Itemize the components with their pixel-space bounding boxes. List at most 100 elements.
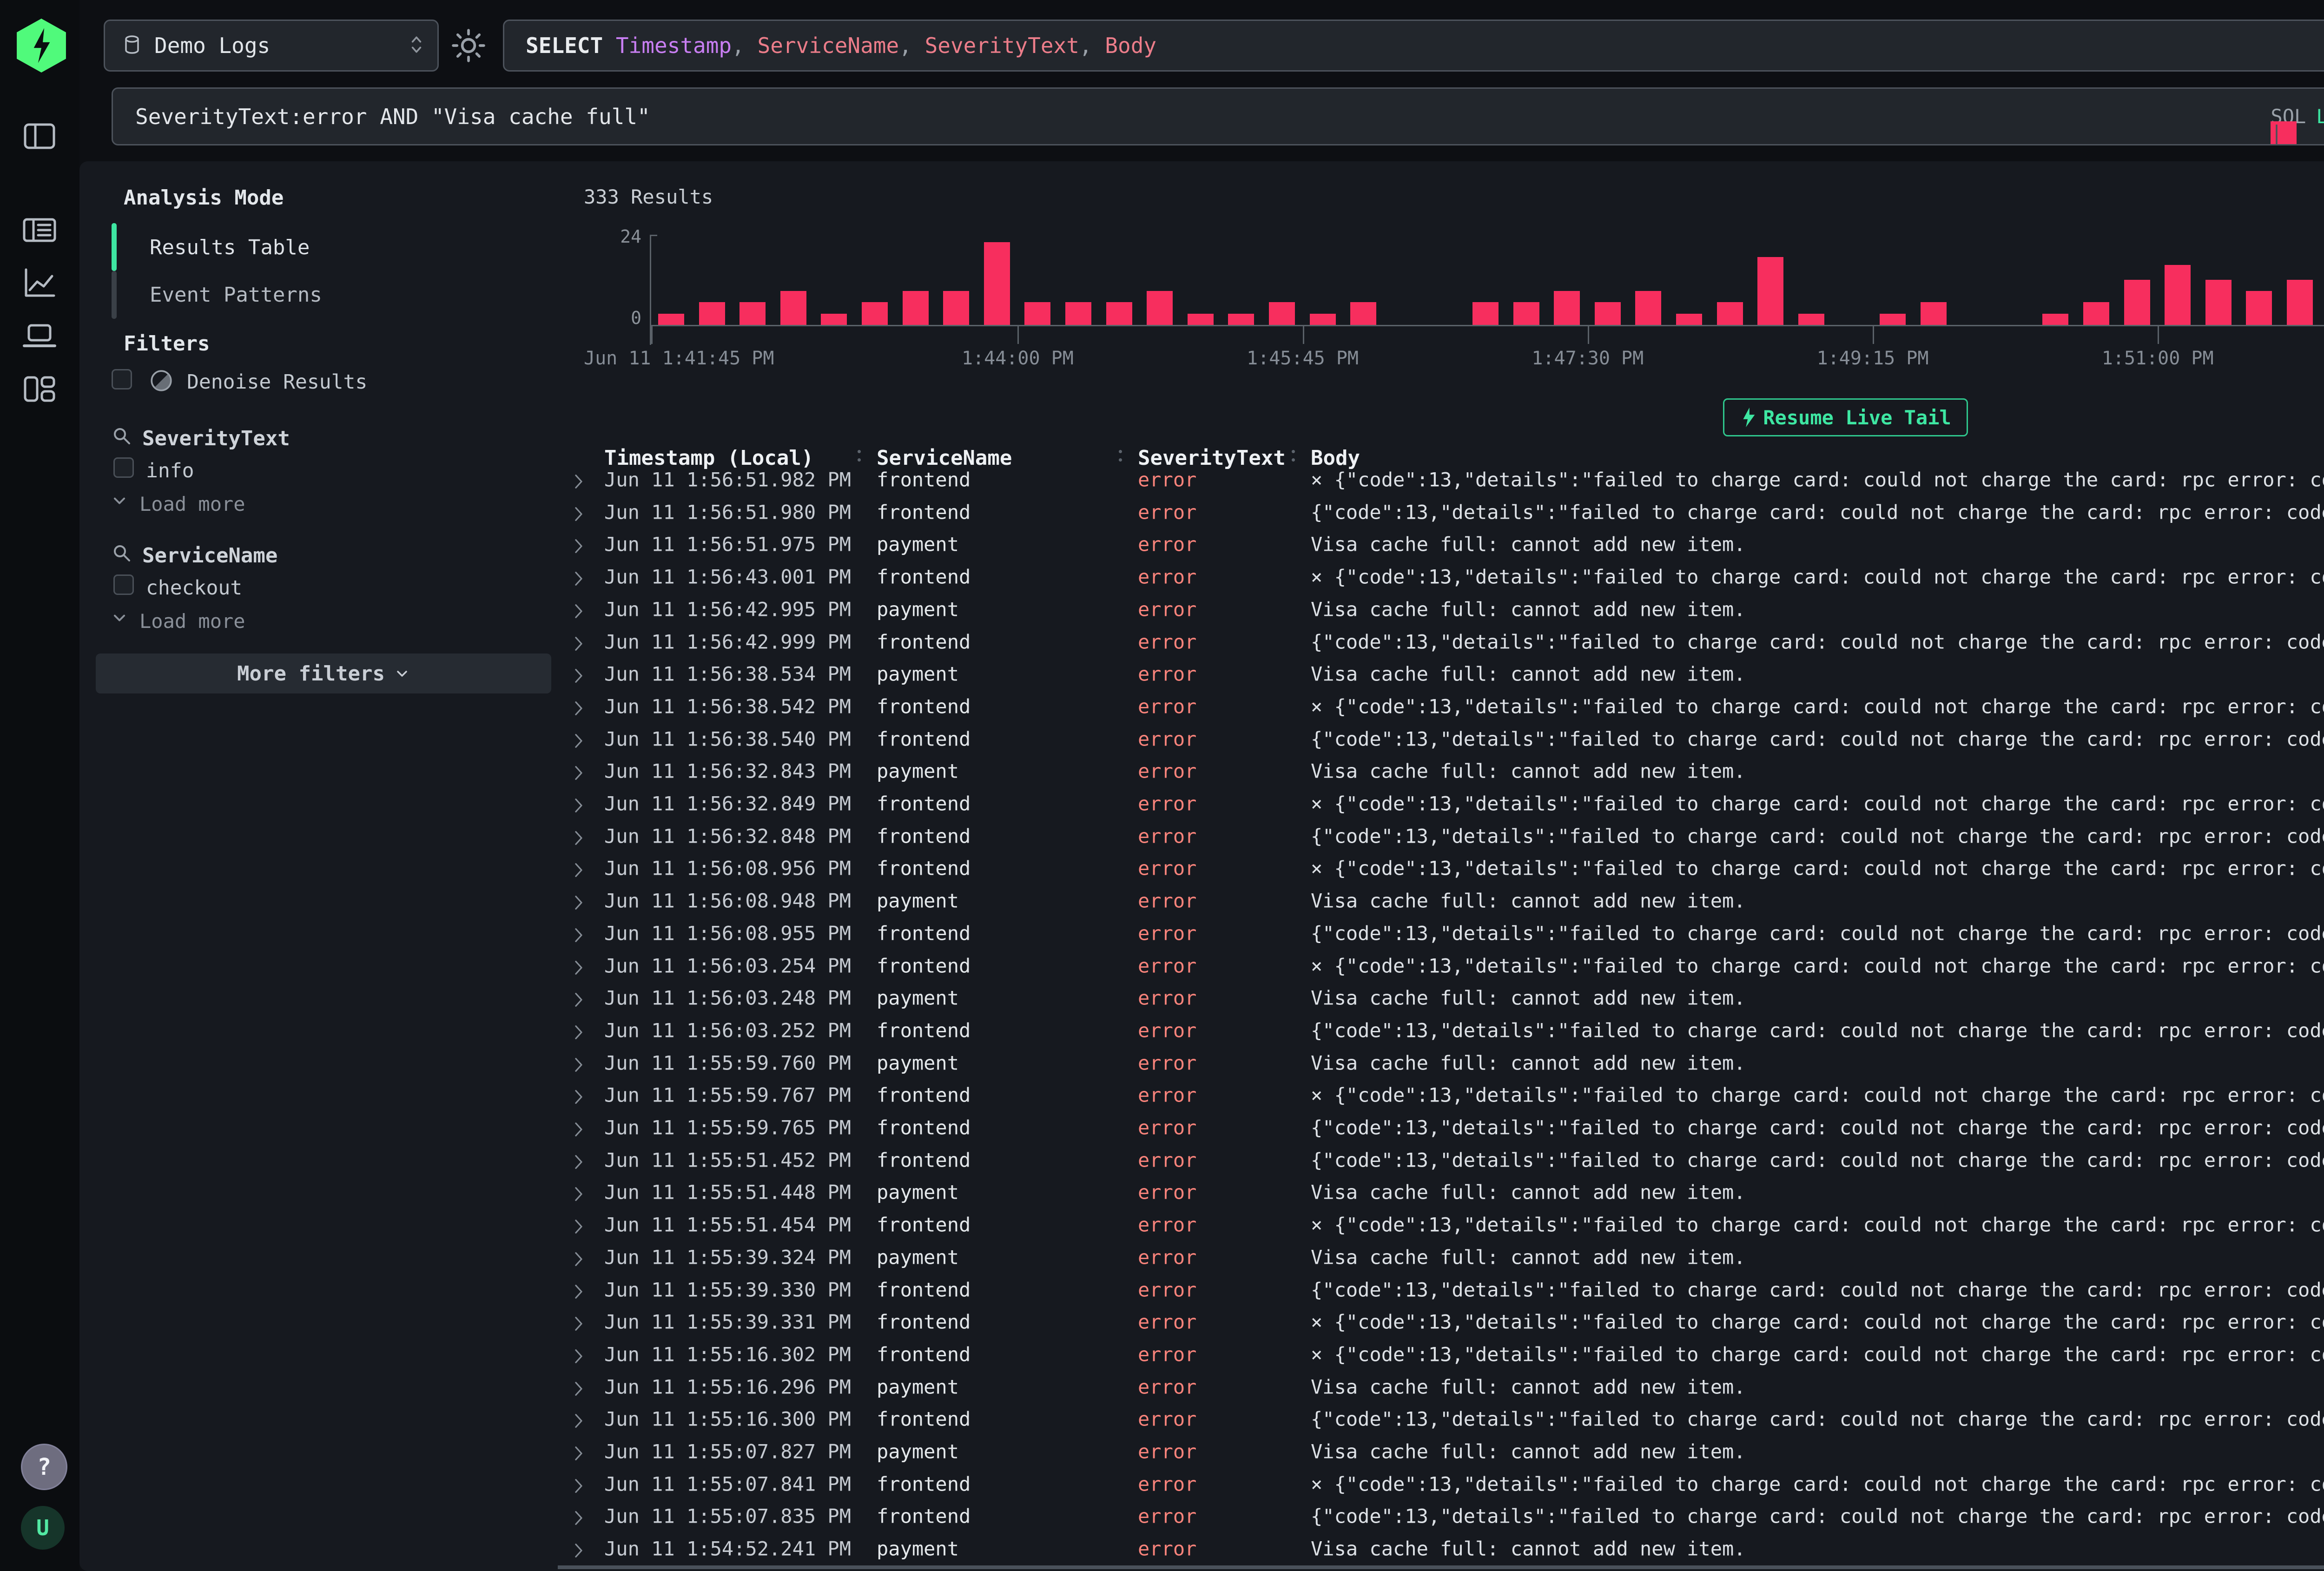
log-row[interactable]: Jun 11 1:56:32.849 PMfrontenderror× {"co… <box>558 787 2324 820</box>
log-row[interactable]: Jun 11 1:56:08.955 PMfrontenderror{"code… <box>558 917 2324 950</box>
resume-live-tail-button[interactable]: Resume Live Tail <box>1723 398 1968 436</box>
log-row[interactable]: Jun 11 1:55:39.330 PMfrontenderror{"code… <box>558 1274 2324 1306</box>
log-row[interactable]: Jun 11 1:56:03.254 PMfrontenderror× {"co… <box>558 950 2324 982</box>
log-row[interactable]: Jun 11 1:55:59.765 PMfrontenderror{"code… <box>558 1111 2324 1144</box>
denoise-label[interactable]: Denoise Results <box>187 370 367 394</box>
row-expand-icon[interactable] <box>573 1508 587 1525</box>
row-expand-icon[interactable] <box>573 504 587 521</box>
row-expand-icon[interactable] <box>573 763 587 779</box>
severity-info-label[interactable]: info <box>146 459 194 482</box>
horizontal-scrollbar[interactable] <box>558 1565 2324 1569</box>
row-expand-icon[interactable] <box>573 1540 587 1557</box>
log-row[interactable]: Jun 11 1:55:51.452 PMfrontenderror{"code… <box>558 1144 2324 1176</box>
log-row[interactable]: Jun 11 1:56:43.001 PMfrontenderror× {"co… <box>558 561 2324 593</box>
more-filters-button[interactable]: More filters <box>96 653 551 693</box>
row-expand-icon[interactable] <box>573 1346 587 1363</box>
logs-icon[interactable] <box>20 210 59 250</box>
row-expand-icon[interactable] <box>573 1314 587 1330</box>
row-expand-icon[interactable] <box>573 795 587 812</box>
log-row[interactable]: Jun 11 1:56:38.534 PMpaymenterrorVisa ca… <box>558 658 2324 690</box>
log-row[interactable]: Jun 11 1:55:16.302 PMfrontenderror× {"co… <box>558 1338 2324 1371</box>
mode-results-table[interactable]: Results Table <box>150 236 310 259</box>
service-checkout-checkbox[interactable] <box>113 574 134 595</box>
severity-load-more[interactable]: Load more <box>139 493 245 515</box>
log-row[interactable]: Jun 11 1:56:51.980 PMfrontenderror{"code… <box>558 496 2324 528</box>
log-row[interactable]: Jun 11 1:56:51.975 PMpaymenterrorVisa ca… <box>558 528 2324 561</box>
gear-icon[interactable] <box>452 29 485 62</box>
log-row[interactable]: Jun 11 1:55:07.827 PMpaymenterrorVisa ca… <box>558 1435 2324 1468</box>
log-row[interactable]: Jun 11 1:55:07.841 PMfrontenderror× {"co… <box>558 1468 2324 1500</box>
row-expand-icon[interactable] <box>573 860 587 877</box>
row-expand-icon[interactable] <box>573 828 587 845</box>
lucene-toggle[interactable]: Lucene <box>2316 105 2324 128</box>
denoise-checkbox[interactable] <box>112 369 132 389</box>
row-expand-icon[interactable] <box>573 925 587 942</box>
row-expand-icon[interactable] <box>573 1281 587 1298</box>
row-expand-icon[interactable] <box>573 957 587 974</box>
row-expand-icon[interactable] <box>573 1443 587 1460</box>
chart-icon[interactable] <box>20 263 59 303</box>
severity-info-checkbox[interactable] <box>113 457 134 478</box>
log-row[interactable]: Jun 11 1:55:39.324 PMpaymenterrorVisa ca… <box>558 1241 2324 1274</box>
row-expand-icon[interactable] <box>573 1476 587 1492</box>
column-dots-icon[interactable] <box>1119 450 1122 453</box>
row-expand-icon[interactable] <box>573 698 587 715</box>
row-expand-icon[interactable] <box>573 1055 587 1071</box>
sessions-icon[interactable] <box>20 316 59 356</box>
log-row[interactable]: Jun 11 1:55:59.760 PMpaymenterrorVisa ca… <box>558 1047 2324 1079</box>
log-row[interactable]: Jun 11 1:54:52.241 PMpaymenterrorVisa ca… <box>558 1532 2324 1565</box>
log-row[interactable]: Jun 11 1:55:07.835 PMfrontenderror{"code… <box>558 1500 2324 1532</box>
log-row[interactable]: Jun 11 1:56:08.956 PMfrontenderror× {"co… <box>558 852 2324 885</box>
log-row[interactable]: Jun 11 1:56:42.999 PMfrontenderror{"code… <box>558 626 2324 658</box>
row-expand-icon[interactable] <box>573 1152 587 1168</box>
log-row[interactable]: Jun 11 1:56:03.248 PMpaymenterrorVisa ca… <box>558 982 2324 1014</box>
row-expand-icon[interactable] <box>573 1379 587 1395</box>
search-icon[interactable] <box>111 425 133 449</box>
search-icon[interactable] <box>111 542 133 566</box>
row-expand-icon[interactable] <box>573 990 587 1006</box>
row-expand-icon[interactable] <box>573 568 587 585</box>
search-input[interactable]: SeverityText:error AND "Visa cache full"… <box>112 87 2324 145</box>
help-button[interactable]: ? <box>21 1444 67 1490</box>
row-expand-icon[interactable] <box>573 1087 587 1103</box>
logo-icon[interactable] <box>17 19 66 73</box>
source-select[interactable]: Demo Logs <box>104 20 439 72</box>
row-expand-icon[interactable] <box>573 666 587 682</box>
select-query-input[interactable]: SELECT Timestamp, ServiceName, SeverityT… <box>503 20 2324 72</box>
log-row[interactable]: Jun 11 1:56:42.995 PMpaymenterrorVisa ca… <box>558 593 2324 626</box>
row-expand-icon[interactable] <box>573 1119 587 1136</box>
chart-bars[interactable] <box>651 235 2324 325</box>
log-row[interactable]: Jun 11 1:55:16.300 PMfrontenderror{"code… <box>558 1403 2324 1435</box>
log-row[interactable]: Jun 11 1:56:03.252 PMfrontenderror{"code… <box>558 1014 2324 1047</box>
column-dots-icon[interactable] <box>1292 450 1295 453</box>
log-row[interactable]: Jun 11 1:55:51.448 PMpaymenterrorVisa ca… <box>558 1176 2324 1208</box>
dashboard-icon[interactable] <box>20 369 59 409</box>
service-checkout-label[interactable]: checkout <box>146 576 242 600</box>
row-expand-icon[interactable] <box>573 892 587 909</box>
service-load-more[interactable]: Load more <box>139 610 245 633</box>
filter-group-severitytext[interactable]: SeverityText <box>142 427 290 450</box>
mode-event-patterns[interactable]: Event Patterns <box>150 283 322 307</box>
log-row[interactable]: Jun 11 1:55:51.454 PMfrontenderror× {"co… <box>558 1208 2324 1241</box>
log-row[interactable]: Jun 11 1:55:59.767 PMfrontenderror× {"co… <box>558 1079 2324 1111</box>
log-row[interactable]: Jun 11 1:56:32.843 PMpaymenterrorVisa ca… <box>558 755 2324 787</box>
query-language-toggle[interactable]: SQL | Lucene <box>2271 105 2324 128</box>
log-row[interactable]: Jun 11 1:56:32.848 PMfrontenderror{"code… <box>558 820 2324 852</box>
panel-icon[interactable] <box>20 116 59 156</box>
row-expand-icon[interactable] <box>573 471 587 488</box>
log-row[interactable]: Jun 11 1:56:38.540 PMfrontenderror{"code… <box>558 723 2324 755</box>
row-expand-icon[interactable] <box>573 536 587 553</box>
row-expand-icon[interactable] <box>573 601 587 618</box>
row-expand-icon[interactable] <box>573 731 587 747</box>
log-row[interactable]: Jun 11 1:56:08.948 PMpaymenterrorVisa ca… <box>558 885 2324 917</box>
log-row[interactable]: Jun 11 1:56:51.982 PMfrontenderror× {"co… <box>558 463 2324 496</box>
column-dots-icon[interactable] <box>858 450 861 453</box>
row-expand-icon[interactable] <box>573 1249 587 1266</box>
row-expand-icon[interactable] <box>573 634 587 650</box>
avatar[interactable]: U <box>21 1506 65 1550</box>
log-row[interactable]: Jun 11 1:56:38.542 PMfrontenderror× {"co… <box>558 690 2324 723</box>
log-row[interactable]: Jun 11 1:55:16.296 PMpaymenterrorVisa ca… <box>558 1371 2324 1403</box>
log-row[interactable]: Jun 11 1:55:39.331 PMfrontenderror× {"co… <box>558 1306 2324 1338</box>
row-expand-icon[interactable] <box>573 1184 587 1201</box>
row-expand-icon[interactable] <box>573 1022 587 1039</box>
